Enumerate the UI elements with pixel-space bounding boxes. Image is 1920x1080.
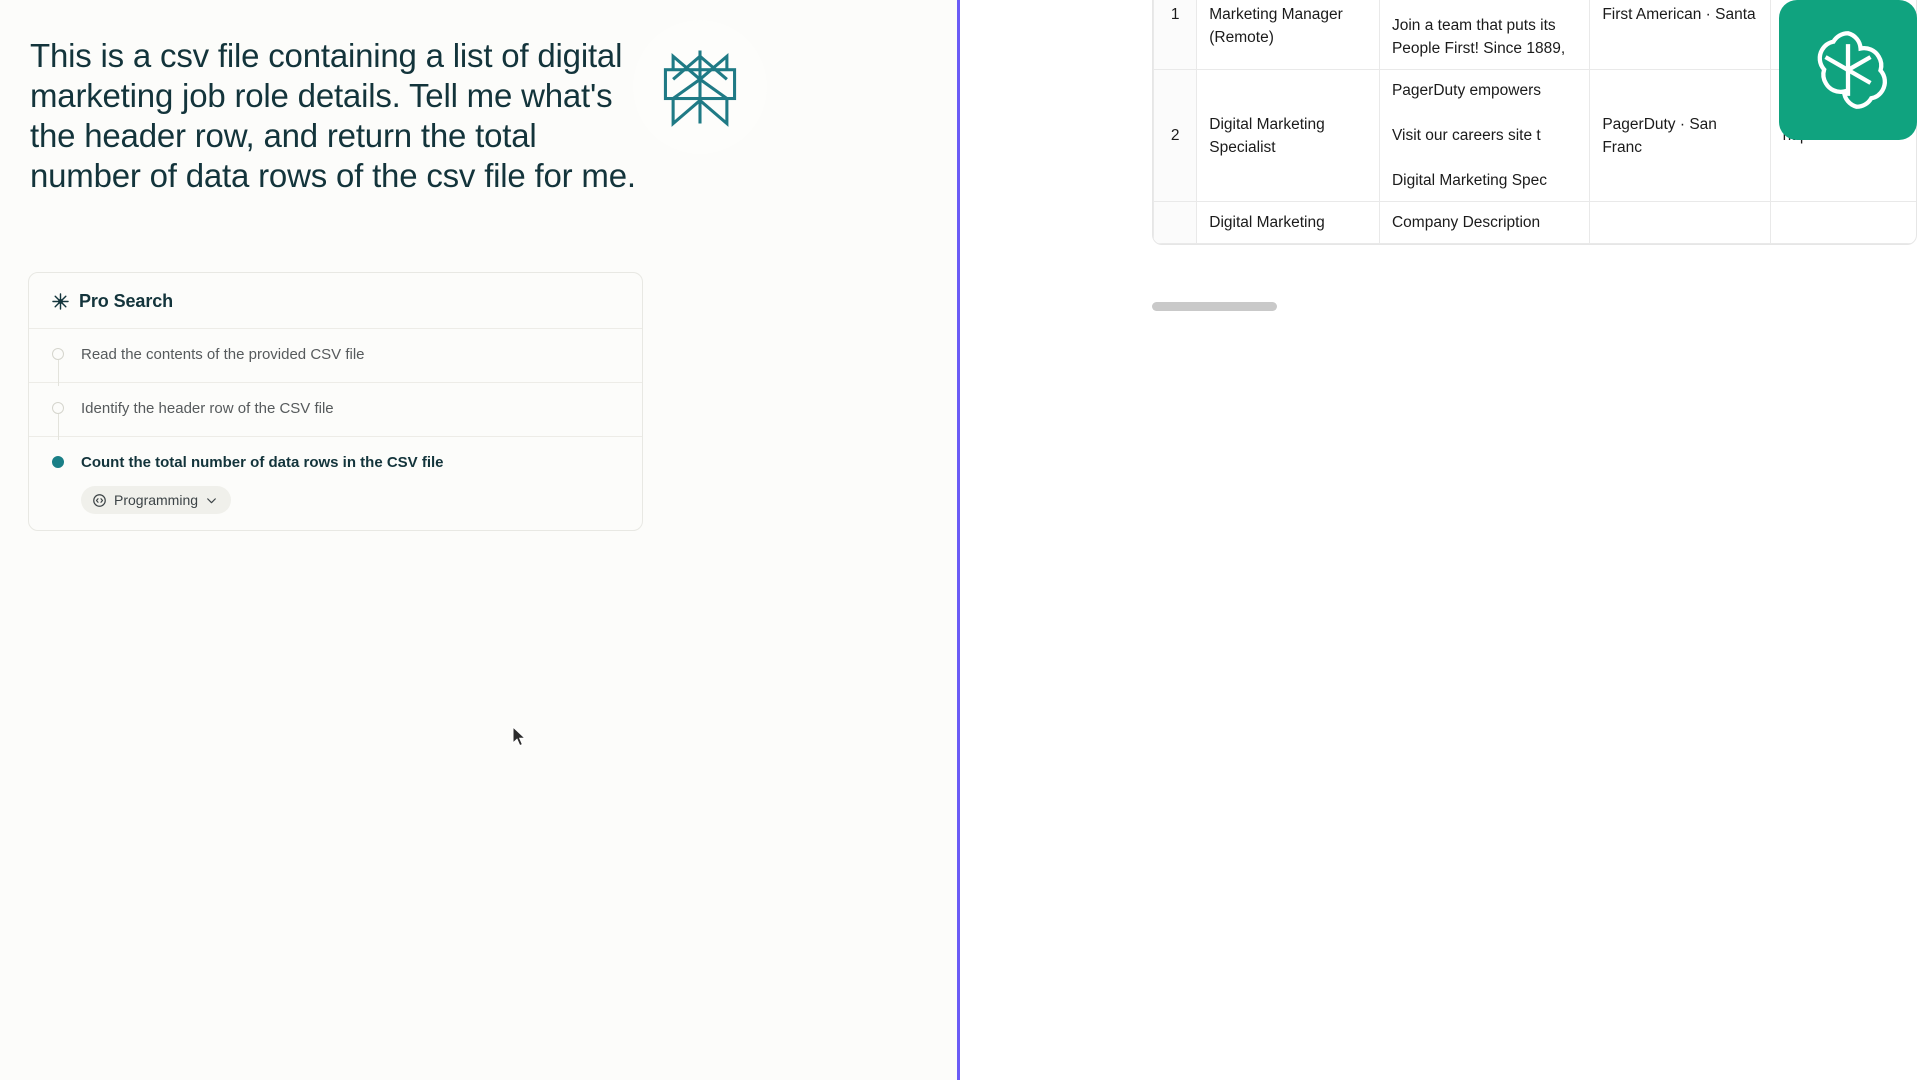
app-screen: This is a csv file containing a list of … xyxy=(0,0,1920,1080)
pro-search-step-3[interactable]: Count the total number of data rows in t… xyxy=(29,437,642,530)
row-index: 1 xyxy=(1153,0,1198,70)
row-title: Digital Marketing Specialist xyxy=(1196,69,1380,202)
desc-line: Join a team that puts its People First! … xyxy=(1391,17,1566,57)
row-company: First American · Santa xyxy=(1589,0,1771,70)
mouse-cursor-left xyxy=(512,726,527,747)
pro-search-step-label: Count the total number of data rows in t… xyxy=(81,454,444,471)
openai-logo-icon-large xyxy=(1779,0,1917,140)
pro-search-header: Pro Search xyxy=(29,273,642,329)
pro-search-step-label: Identify the header row of the CSV file xyxy=(81,400,334,417)
row-company: PagerDuty · San Franc xyxy=(1589,69,1771,202)
step-status-dot xyxy=(52,348,64,360)
row-title: Digital Marketing xyxy=(1196,201,1380,244)
chatgpt-panel: 1 Senior Digital Marketing Manager (Remo… xyxy=(960,0,1917,1080)
step-status-dot xyxy=(52,402,64,414)
pro-search-title: Pro Search xyxy=(79,291,174,311)
table-row: Digital Marketing Company Description xyxy=(1153,201,1916,244)
desc-spacer xyxy=(1392,0,1577,14)
perplexity-panel: This is a csv file containing a list of … xyxy=(0,0,960,1080)
prompt-text: This is a csv file containing a list of … xyxy=(30,37,636,194)
row-description: Company Description xyxy=(1378,201,1591,244)
row-company xyxy=(1589,201,1771,244)
desc-line: Visit our careers site t xyxy=(1391,127,1541,144)
row-description: Who We Are Join a team that puts its Peo… xyxy=(1378,0,1591,70)
row-title: Senior Digital Marketing Manager (Remote… xyxy=(1196,0,1380,70)
code-bubble-icon xyxy=(93,493,106,507)
desc-line: Digital Marketing Spec xyxy=(1391,172,1548,189)
programming-badge[interactable]: Programming xyxy=(81,486,232,514)
row-description: PagerDuty empowers Visit our careers sit… xyxy=(1378,69,1591,202)
row-index: 2 xyxy=(1153,69,1198,202)
desc-line: PagerDuty empowers xyxy=(1391,82,1542,99)
pro-search-step-2[interactable]: Identify the header row of the CSV file xyxy=(29,383,642,440)
desc-spacer xyxy=(1392,147,1577,169)
table-horizontal-scrollbar[interactable] xyxy=(1152,302,1917,311)
chevron-down-icon xyxy=(207,497,216,503)
sparkle-icon xyxy=(52,293,69,310)
scrollbar-thumb[interactable] xyxy=(1152,302,1277,311)
pro-search-card: Pro Search Read the contents of the prov… xyxy=(28,272,643,531)
programming-badge-label: Programming xyxy=(114,492,199,508)
pro-search-step-label: Read the contents of the provided CSV fi… xyxy=(81,346,365,363)
perplexity-logo-icon xyxy=(633,20,767,154)
row-url xyxy=(1769,201,1916,244)
step-status-dot xyxy=(52,456,64,468)
desc-spacer xyxy=(1392,102,1577,124)
pro-search-step-1[interactable]: Read the contents of the provided CSV fi… xyxy=(29,329,642,386)
row-index xyxy=(1153,201,1198,244)
